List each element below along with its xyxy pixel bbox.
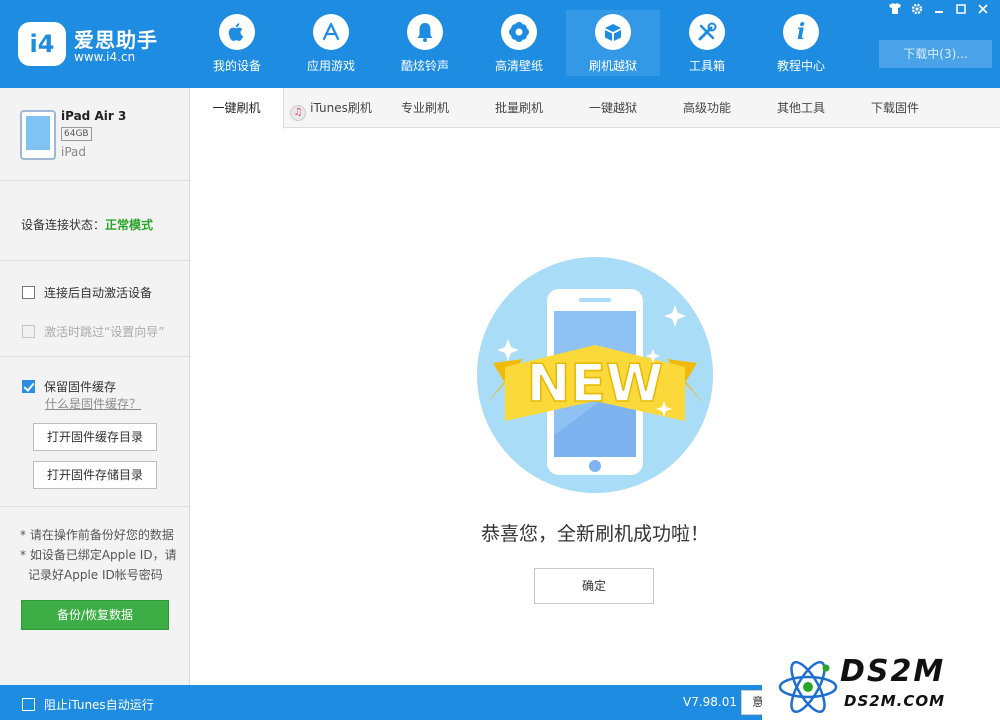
i4-logo-icon: i4 [18, 22, 66, 66]
note-line: 记录好Apple ID帐号密码 [28, 568, 163, 582]
device-type: iPad [61, 145, 87, 159]
watermark: DS2M DS2M.COM [762, 652, 1000, 720]
keep-cache-label: 保留固件缓存 [44, 380, 117, 394]
title-bar: i4 爱思助手 www.i4.cn 我的设备 应用游戏 酷炫铃声 高清壁纸 刷机… [0, 0, 1000, 88]
bell-icon [407, 14, 443, 50]
block-itunes-label: 阻止iTunes自动运行 [44, 698, 154, 712]
backup-notes: * 请在操作前备份好您的数据 * 如设备已绑定Apple ID，请 记录好App… [20, 525, 185, 585]
nav-label: 酷炫铃声 [400, 59, 449, 73]
shirt-icon[interactable] [886, 3, 904, 19]
close-icon[interactable] [974, 3, 992, 19]
box-icon [595, 14, 631, 50]
skip-setup-option: 激活时跳过“设置向导” [22, 323, 164, 340]
device-capacity-badge: 64GB [61, 127, 92, 141]
maximize-icon[interactable] [952, 3, 970, 19]
nav-flash-jailbreak[interactable]: 刷机越狱 [566, 10, 660, 76]
atom-logo-icon [778, 660, 838, 714]
tab-label: 高级功能 [682, 101, 731, 115]
nav-label: 高清壁纸 [494, 59, 543, 73]
firmware-cache-section: 保留固件缓存 什么是固件缓存？ 打开固件缓存目录 打开固件存储目录 [0, 357, 189, 507]
keep-cache-option[interactable]: 保留固件缓存 [22, 378, 116, 395]
app-url: www.i4.cn [74, 50, 136, 64]
open-cache-dir-button[interactable]: 打开固件缓存目录 [33, 423, 157, 451]
nav-wallpapers[interactable]: 高清壁纸 [472, 10, 566, 76]
success-message: 恭喜您，全新刷机成功啦！ [480, 523, 709, 545]
note-line: * 如设备已绑定Apple ID，请 [20, 548, 177, 562]
watermark-url: DS2M.COM [844, 692, 946, 710]
device-name: iPad Air 3 [61, 109, 127, 123]
download-progress-button[interactable]: 下载中(3)... [879, 40, 992, 68]
auto-activate-option[interactable]: 连接后自动激活设备 [22, 284, 152, 301]
tab-pro-flash[interactable]: 专业刷机 [378, 88, 472, 128]
open-storage-dir-button[interactable]: 打开固件存储目录 [33, 461, 157, 489]
auto-activate-label: 连接后自动激活设备 [44, 286, 153, 300]
apple-icon [219, 14, 255, 50]
confirm-button[interactable]: 确定 [534, 568, 654, 604]
sidebar: iPad Air 3 64GB iPad 设备连接状态：正常模式 连接后自动激活… [0, 88, 190, 685]
what-is-cache-link[interactable]: 什么是固件缓存？ [45, 395, 141, 412]
keep-cache-checkbox[interactable] [22, 380, 35, 393]
window-controls [886, 3, 992, 19]
tab-label: 一键刷机 [212, 101, 261, 115]
watermark-title: DS2M [840, 654, 946, 689]
tab-label: iTunes刷机 [310, 101, 372, 115]
itunes-icon: ♫ [290, 105, 307, 121]
nav-label: 应用游戏 [306, 59, 355, 73]
nav-label: 教程中心 [776, 59, 825, 73]
activation-options: 连接后自动激活设备 激活时跳过“设置向导” [0, 261, 189, 357]
tab-advanced[interactable]: 高级功能 [660, 88, 754, 128]
app-store-icon [313, 14, 349, 50]
block-itunes-option[interactable]: 阻止iTunes自动运行 [22, 696, 154, 713]
tab-one-click-flash[interactable]: 一键刷机 [190, 88, 284, 129]
nav-my-device[interactable]: 我的设备 [190, 10, 284, 76]
connection-section: 设备连接状态：正常模式 [0, 181, 189, 261]
nav-label: 刷机越狱 [588, 59, 637, 73]
minimize-icon[interactable] [930, 3, 948, 19]
tab-batch-flash[interactable]: 批量刷机 [472, 88, 566, 128]
ipad-icon [20, 110, 56, 160]
note-line: * 请在操作前备份好您的数据 [20, 528, 174, 542]
skip-setup-label: 激活时跳过“设置向导” [44, 325, 165, 339]
nav-toolbox[interactable]: 工具箱 [660, 10, 754, 76]
gear-icon[interactable] [908, 3, 926, 19]
tab-itunes-flash[interactable]: ♫ iTunes刷机 [284, 88, 378, 128]
tab-label: 专业刷机 [400, 101, 449, 115]
app-name: 爱思助手 [74, 28, 158, 52]
tab-label: 批量刷机 [494, 101, 543, 115]
tools-icon [689, 14, 725, 50]
new-phone-illustration: NEW [477, 257, 713, 493]
nav-label: 我的设备 [212, 59, 261, 73]
connection-mode: 正常模式 [105, 218, 154, 232]
nav-tutorials[interactable]: i 教程中心 [754, 10, 848, 76]
main-nav: 我的设备 应用游戏 酷炫铃声 高清壁纸 刷机越狱 工具箱 i 教程中心 [190, 10, 848, 76]
nav-label: 工具箱 [688, 59, 725, 73]
new-banner-text: NEW [527, 354, 663, 414]
app-logo: i4 爱思助手 www.i4.cn [18, 22, 168, 68]
skip-setup-checkbox [22, 325, 35, 338]
tab-one-click-jailbreak[interactable]: 一键越狱 [566, 88, 660, 128]
device-info: iPad Air 3 64GB iPad [0, 88, 189, 181]
flower-icon [501, 14, 537, 50]
tab-label: 下载固件 [870, 101, 919, 115]
info-icon: i [783, 14, 819, 50]
connection-label: 设备连接状态： [21, 218, 106, 232]
auto-activate-checkbox[interactable] [22, 286, 35, 299]
tab-other-tools[interactable]: 其他工具 [754, 88, 848, 128]
block-itunes-checkbox[interactable] [22, 698, 35, 711]
nav-apps-games[interactable]: 应用游戏 [284, 10, 378, 76]
tab-download-firmware[interactable]: 下载固件 [848, 88, 942, 128]
nav-ringtones[interactable]: 酷炫铃声 [378, 10, 472, 76]
tab-label: 一键越狱 [588, 101, 637, 115]
backup-restore-button[interactable]: 备份/恢复数据 [21, 600, 169, 630]
tab-bar: 一键刷机 ♫ iTunes刷机 专业刷机 批量刷机 一键越狱 高级功能 其他工具 … [190, 88, 1000, 129]
connection-status: 设备连接状态：正常模式 [21, 216, 153, 233]
tab-label: 其他工具 [776, 101, 825, 115]
version-label: V7.98.01 [683, 695, 738, 709]
main-content: NEW 恭喜您，全新刷机成功啦！ 确定 [190, 129, 1000, 685]
